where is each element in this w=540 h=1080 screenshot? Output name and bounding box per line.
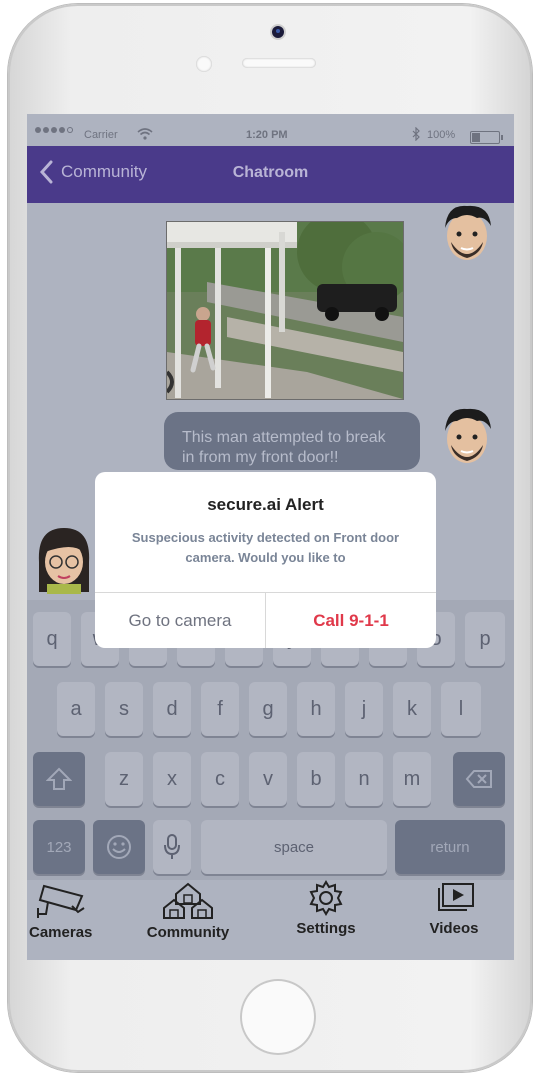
tab-cameras[interactable]: Cameras (29, 880, 93, 941)
microphone-icon (164, 834, 180, 859)
key-l[interactable]: l (441, 682, 481, 736)
key-h[interactable]: h (297, 682, 335, 736)
return-key[interactable]: return (395, 820, 505, 874)
alert-message: Suspecious activity detected on Front do… (131, 530, 400, 565)
tab-videos-label: Videos (429, 920, 479, 937)
tab-cameras-label: Cameras (29, 924, 93, 941)
user-avatar[interactable] (437, 202, 497, 264)
video-play-icon (438, 883, 474, 911)
houses-icon (163, 882, 213, 919)
gear-icon (309, 880, 343, 916)
key-z[interactable]: z (105, 752, 143, 806)
page-title: Chatroom (232, 164, 309, 181)
key-q[interactable]: q (33, 612, 71, 666)
key-j[interactable]: j (345, 682, 383, 736)
tab-community-label: Community (146, 924, 230, 941)
user-avatar[interactable] (437, 405, 497, 467)
key-m[interactable]: m (393, 752, 431, 806)
camera-snapshot-image[interactable] (166, 221, 404, 400)
snapshot-illustration (167, 222, 403, 399)
home-button[interactable] (240, 979, 316, 1055)
tab-bar: Cameras Community Settings Videos (27, 880, 514, 960)
chat-message-bubble: This man attempted to break in from my f… (164, 412, 420, 470)
carrier-label: Carrier (84, 129, 118, 141)
clock: 1:20 PM (246, 129, 288, 141)
key-v[interactable]: v (249, 752, 287, 806)
key-a[interactable]: a (57, 682, 95, 736)
backspace-icon (465, 770, 492, 788)
tab-settings[interactable]: Settings (293, 880, 359, 937)
security-camera-icon (37, 884, 85, 918)
backspace-key[interactable] (453, 752, 505, 806)
nav-bar: Community Chatroom (27, 146, 514, 203)
status-bar: Carrier 1:20 PM 100% (27, 114, 514, 146)
shift-key[interactable] (33, 752, 85, 806)
earpiece-speaker (242, 58, 316, 68)
user-avatar[interactable] (33, 522, 95, 596)
battery-icon (470, 131, 503, 144)
tab-videos[interactable]: Videos (423, 880, 485, 937)
alert-title: secure.ai Alert (207, 495, 324, 514)
key-p[interactable]: p (465, 612, 505, 666)
key-c[interactable]: c (201, 752, 239, 806)
key-f[interactable]: f (201, 682, 239, 736)
call-911-button[interactable]: Call 9-1-1 (266, 593, 436, 648)
wifi-icon (137, 128, 153, 140)
tab-community[interactable]: Community (145, 880, 231, 941)
key-b[interactable]: b (297, 752, 335, 806)
key-x[interactable]: x (153, 752, 191, 806)
alert-dialog: secure.ai Alert Suspecious activity dete… (95, 472, 436, 648)
key-s[interactable]: s (105, 682, 143, 736)
front-camera (272, 26, 284, 38)
numbers-key[interactable]: 123 (33, 820, 85, 874)
emoji-key[interactable] (93, 820, 145, 874)
tab-settings-label: Settings (296, 920, 356, 937)
signal-dots-icon (35, 127, 73, 133)
shift-arrow-icon (46, 767, 72, 790)
dictation-key[interactable] (153, 820, 191, 874)
proximity-sensor (196, 56, 212, 72)
key-d[interactable]: d (153, 682, 191, 736)
emoji-icon (107, 835, 131, 859)
battery-percent: 100% (427, 129, 456, 141)
key-g[interactable]: g (249, 682, 287, 736)
key-n[interactable]: n (345, 752, 383, 806)
bluetooth-icon (412, 127, 420, 141)
key-k[interactable]: k (393, 682, 431, 736)
space-key[interactable]: space (201, 820, 387, 874)
go-to-camera-button[interactable]: Go to camera (95, 593, 265, 648)
